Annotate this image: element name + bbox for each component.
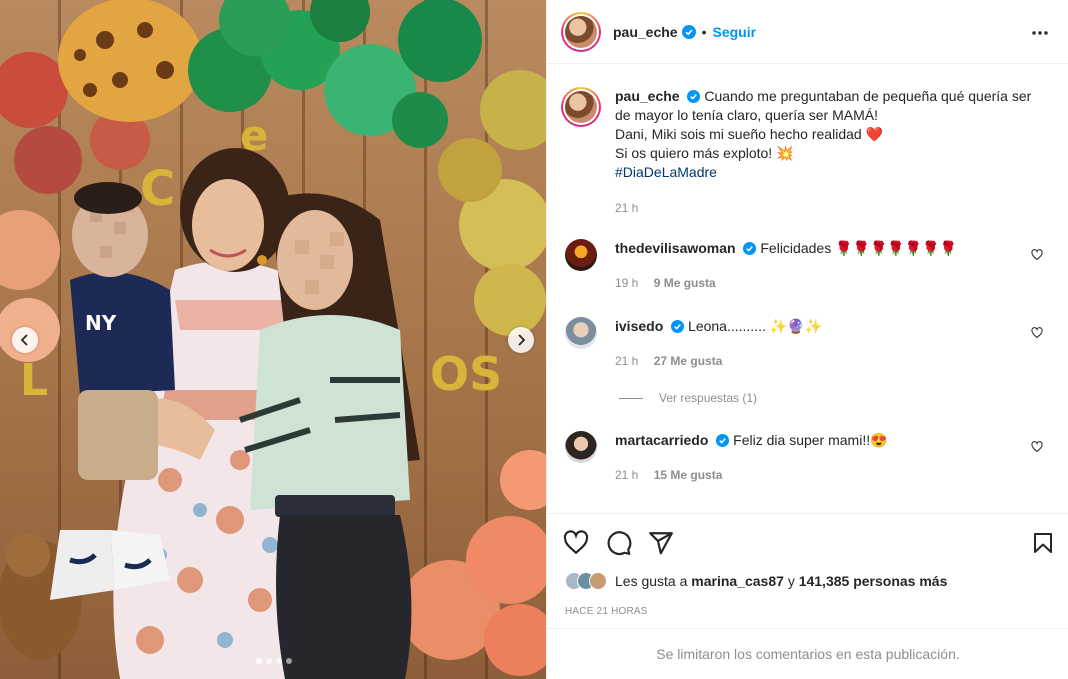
heart-icon[interactable]	[563, 530, 589, 556]
chevron-left-icon	[20, 334, 28, 346]
likes-summary[interactable]: Les gusta a marina_cas87 y 141,385 perso…	[565, 572, 947, 590]
commenter-avatar[interactable]	[565, 239, 597, 271]
avatar-image	[565, 91, 597, 123]
avatar-image	[565, 15, 597, 48]
bookmark-icon[interactable]	[1031, 530, 1055, 556]
verified-badge-icon	[687, 90, 701, 103]
comment-like-icon[interactable]	[1031, 441, 1043, 453]
comment-item: thedevilisawoman Felicidades 🌹🌹🌹🌹🌹🌹🌹 19 …	[565, 239, 1055, 292]
likes-user[interactable]: marina_cas87	[691, 573, 784, 589]
follow-button[interactable]: Seguir	[713, 24, 757, 40]
share-icon[interactable]	[648, 530, 674, 556]
liker-avatar	[589, 572, 607, 590]
caption-line: Dani, Miki sois mi sueño hecho realidad …	[615, 126, 883, 142]
comments-section[interactable]: pau_eche Cuando me preguntaban de pequeñ…	[547, 65, 1068, 512]
previous-slide-button[interactable]	[12, 327, 38, 353]
comment-text: Leona.......... ✨🔮✨	[688, 318, 823, 334]
commenter-avatar[interactable]	[565, 431, 597, 463]
carousel-indicator	[256, 658, 292, 664]
carousel-dot	[286, 658, 292, 664]
comment-icon[interactable]	[606, 530, 632, 556]
comment-like-icon[interactable]	[1031, 249, 1043, 261]
separator-dot: •	[701, 23, 707, 40]
author-username[interactable]: pau_eche	[613, 24, 678, 40]
view-replies-button[interactable]: Ver respuestas (1)	[619, 391, 757, 405]
comment-like-icon[interactable]	[1031, 327, 1043, 339]
replies-divider	[619, 397, 643, 399]
verified-badge-icon	[671, 320, 685, 333]
commenter-avatar[interactable]	[565, 317, 597, 349]
comment-time[interactable]: 19 h	[615, 276, 638, 290]
comment-likes[interactable]: 15 Me gusta	[654, 468, 723, 482]
post-timestamp[interactable]: HACE 21 HORAS	[565, 606, 648, 617]
comment-text: Feliz dia super mami!!😍	[733, 432, 888, 448]
commenter-username[interactable]: ivisedo	[615, 318, 663, 334]
comment-time[interactable]: 21 h	[615, 354, 638, 368]
carousel-dot	[266, 658, 272, 664]
caption-avatar[interactable]	[561, 87, 601, 127]
more-options-icon[interactable]	[1031, 24, 1049, 42]
comment-time[interactable]: 21 h	[615, 468, 638, 482]
comments-limited-notice: Se limitaron los comentarios en esta pub…	[547, 628, 1068, 679]
action-bar	[547, 513, 1068, 571]
carousel-dot	[276, 658, 282, 664]
commenter-username[interactable]: thedevilisawoman	[615, 240, 736, 256]
photo-scene: C e OS L NY	[0, 0, 546, 679]
verified-badge-icon	[743, 242, 757, 255]
svg-text:L: L	[20, 355, 48, 406]
view-replies-label: Ver respuestas (1)	[659, 391, 758, 405]
post-header: pau_eche • Seguir	[547, 0, 1068, 64]
caption-line: Si os quiero más exploto! 💥	[615, 145, 794, 161]
commenter-username[interactable]: martacarriedo	[615, 432, 708, 448]
post-image[interactable]: C e OS L NY	[0, 0, 546, 679]
verified-badge-icon	[716, 434, 730, 447]
caption-time[interactable]: 21 h	[615, 199, 1035, 218]
comment-item: ivisedo Leona.......... ✨🔮✨ 21 h 27 Me g…	[565, 317, 1055, 370]
post-side-panel: pau_eche • Seguir pau_eche Cuando me pre…	[546, 0, 1068, 679]
caption-username[interactable]: pau_eche	[615, 88, 680, 104]
likes-count[interactable]: 141,385 personas más	[799, 573, 948, 589]
author-avatar[interactable]	[561, 11, 601, 52]
carousel-dot	[256, 658, 262, 664]
comment-item: martacarriedo Feliz dia super mami!!😍 21…	[565, 431, 1055, 484]
svg-text:NY: NY	[85, 311, 117, 335]
chevron-right-icon	[518, 334, 526, 346]
comment-likes[interactable]: 9 Me gusta	[654, 276, 716, 290]
svg-text:C: C	[140, 161, 175, 217]
comment-text: Felicidades 🌹🌹🌹🌹🌹🌹🌹	[760, 240, 958, 256]
verified-badge-icon	[681, 24, 696, 39]
post-caption: pau_eche Cuando me preguntaban de pequeñ…	[561, 87, 1051, 218]
likes-joiner: y	[787, 573, 795, 589]
svg-text:OS: OS	[430, 347, 502, 401]
comment-likes[interactable]: 27 Me gusta	[654, 354, 723, 368]
likes-prefix: Les gusta a	[615, 573, 688, 589]
next-slide-button[interactable]	[508, 327, 534, 353]
caption-hashtag[interactable]: #DiaDeLaMadre	[615, 163, 1035, 182]
